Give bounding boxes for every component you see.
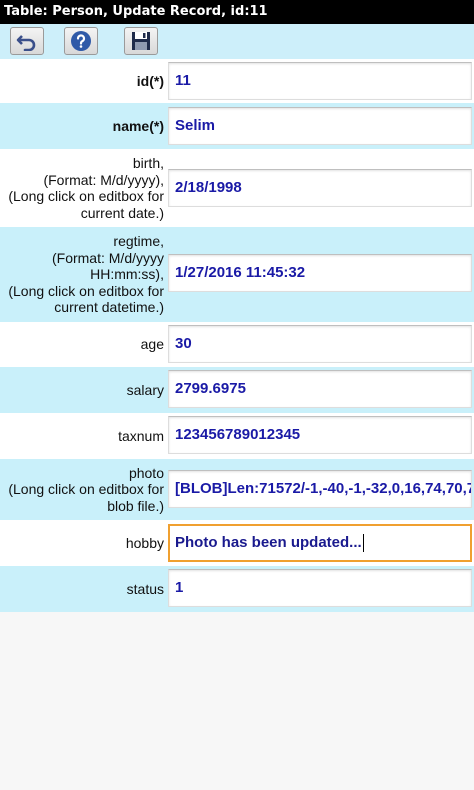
name-label: name(*)	[112, 117, 164, 134]
regtime-label: regtime, (Format: M/d/yyyy HH:mm:ss), (L…	[8, 233, 164, 316]
row-id: id(*) 11	[0, 59, 474, 103]
row-status: status 1	[0, 566, 474, 612]
photo-field[interactable]: [BLOB]Len:71572/-1,-40,-1,-32,0,16,74,70…	[168, 470, 472, 508]
save-icon	[132, 32, 150, 50]
row-name: name(*) Selim	[0, 103, 474, 149]
birth-field[interactable]: 2/18/1998	[168, 169, 472, 207]
row-age: age 30	[0, 322, 474, 367]
save-button[interactable]	[124, 27, 158, 55]
age-label: age	[140, 336, 164, 353]
hobby-label: hobby	[125, 534, 164, 551]
salary-field[interactable]: 2799.6975	[168, 370, 472, 408]
undo-button[interactable]	[10, 27, 44, 55]
age-field[interactable]: 30	[168, 325, 472, 363]
id-field[interactable]: 11	[168, 62, 472, 100]
text-caret	[362, 534, 364, 553]
taxnum-field[interactable]: 123456789012345	[168, 416, 472, 454]
birth-label: birth, (Format: M/d/yyyy), (Long click o…	[8, 155, 164, 221]
row-hobby: hobby Photo has been updated...	[0, 520, 474, 566]
name-field[interactable]: Selim	[168, 107, 472, 145]
photo-label: photo (Long click on editbox for blob fi…	[8, 464, 164, 514]
status-field[interactable]: 1	[168, 569, 472, 607]
salary-label: salary	[126, 381, 164, 398]
hobby-field-text: Photo has been updated...	[175, 534, 362, 551]
undo-icon	[16, 35, 36, 51]
help-icon	[71, 31, 91, 51]
status-label: status	[126, 580, 164, 597]
row-birth: birth, (Format: M/d/yyyy), (Long click o…	[0, 149, 474, 227]
id-label: id(*)	[136, 72, 164, 89]
toolbar	[0, 24, 474, 59]
taxnum-label: taxnum	[118, 427, 164, 444]
hobby-field[interactable]: Photo has been updated...	[168, 524, 472, 562]
help-button[interactable]	[64, 27, 98, 55]
row-regtime: regtime, (Format: M/d/yyyy HH:mm:ss), (L…	[0, 227, 474, 322]
row-salary: salary 2799.6975	[0, 367, 474, 413]
empty-area	[0, 612, 474, 790]
regtime-field[interactable]: 1/27/2016 11:45:32	[168, 254, 472, 292]
row-photo: photo (Long click on editbox for blob fi…	[0, 459, 474, 520]
window-title: Table: Person, Update Record, id:11	[0, 0, 474, 24]
row-taxnum: taxnum 123456789012345	[0, 413, 474, 459]
